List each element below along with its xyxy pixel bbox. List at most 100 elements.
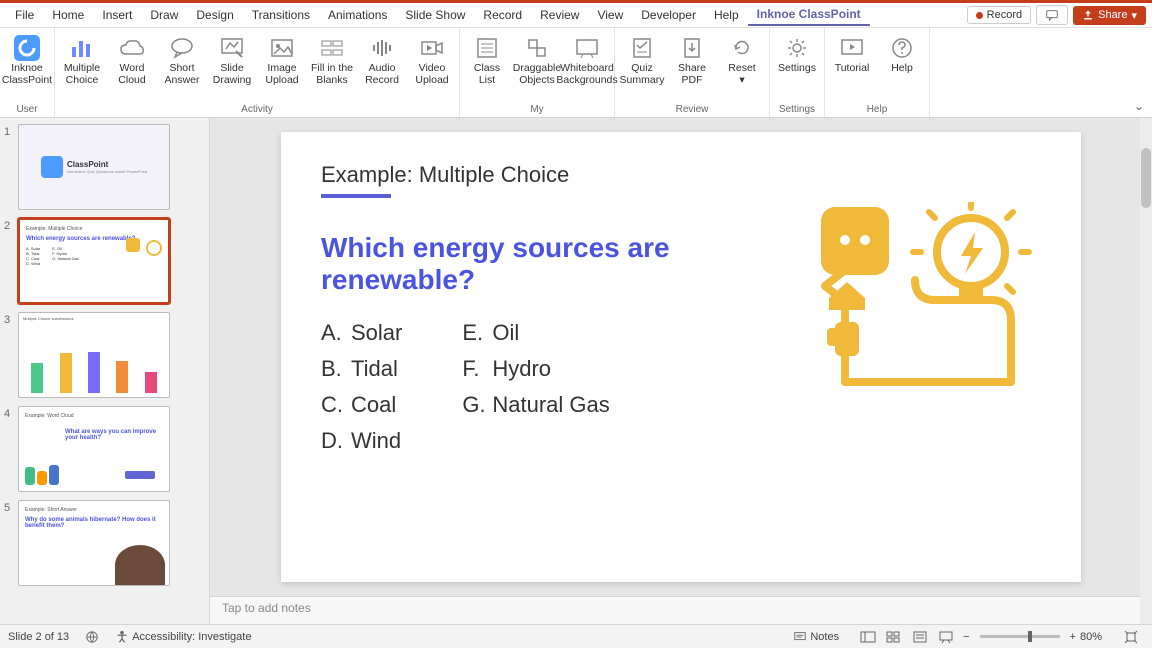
reading-view-button[interactable] (908, 628, 932, 646)
help-label: Help (891, 62, 913, 74)
accessibility-label: Accessibility: Investigate (132, 631, 251, 643)
menu-home[interactable]: Home (43, 5, 93, 25)
fill-blanks-label: Fill in theBlanks (311, 62, 353, 86)
thumb-title: ClassPoint (67, 160, 147, 169)
workspace: 1ClassPointInteractive Quiz Questions in… (0, 118, 1152, 624)
tutorial-icon (840, 34, 864, 62)
comments-button[interactable] (1036, 5, 1068, 25)
quiz-summary-icon (631, 34, 653, 62)
thumbnail-slide-4[interactable]: Example: Word CloudWhat are ways you can… (18, 406, 170, 492)
choice-F: F.Hydro (462, 356, 609, 382)
sorter-view-button[interactable] (882, 628, 906, 646)
reset-label: Reset▾ (728, 62, 755, 86)
menu-record[interactable]: Record (474, 5, 531, 25)
collapse-ribbon-icon[interactable]: ⌄ (1134, 99, 1144, 113)
reset-button[interactable]: Reset▾ (717, 32, 767, 104)
normal-view-icon (860, 630, 876, 644)
thumb-title: Multiple Choice submissions (23, 316, 73, 321)
tutorial-label: Tutorial (835, 62, 870, 74)
draggable-objects-button[interactable]: DraggableObjects (512, 32, 562, 104)
settings-button[interactable]: Settings (772, 32, 822, 104)
comment-icon (1045, 8, 1059, 22)
fit-window-button[interactable] (1119, 628, 1143, 646)
slide-counter[interactable]: Slide 2 of 13 (8, 631, 69, 643)
choice-B: B.Tidal (321, 356, 402, 382)
menu-developer[interactable]: Developer (632, 5, 705, 25)
menu-animations[interactable]: Animations (319, 5, 396, 25)
menu-transitions[interactable]: Transitions (243, 5, 319, 25)
word-cloud-button[interactable]: WordCloud (107, 32, 157, 104)
draggable-objects-icon (526, 34, 548, 62)
menu-view[interactable]: View (588, 5, 632, 25)
menu-draw[interactable]: Draw (141, 5, 187, 25)
zoom-level[interactable]: 80% (1080, 631, 1102, 643)
short-answer-icon (170, 34, 194, 62)
menu-insert[interactable]: Insert (93, 5, 141, 25)
slide-title: Example: Multiple Choice (321, 162, 1041, 188)
normal-view-button[interactable] (856, 628, 880, 646)
choice-letter: B. (321, 356, 351, 382)
reading-view-icon (912, 630, 928, 644)
thumb-title: Example: Short Answer (25, 507, 163, 513)
ribbon-group-review: QuizSummarySharePDFReset▾Review (615, 28, 770, 117)
short-answer-button[interactable]: ShortAnswer (157, 32, 207, 104)
share-pdf-button[interactable]: SharePDF (667, 32, 717, 104)
fill-blanks-button[interactable]: Fill in theBlanks (307, 32, 357, 104)
thumbnail-slide-3[interactable]: Multiple Choice submissions (18, 312, 170, 398)
multiple-choice-button[interactable]: MultipleChoice (57, 32, 107, 104)
video-upload-button[interactable]: VideoUpload (407, 32, 457, 104)
slide-question: Which energy sources are renewable? (321, 232, 681, 296)
share-button[interactable]: Share▾ (1073, 6, 1146, 25)
notes-pane[interactable]: Tap to add notes (210, 596, 1152, 624)
quiz-summary-label: QuizSummary (620, 62, 665, 86)
zoom-out-button[interactable]: − (963, 631, 969, 643)
ribbon-group-settings: SettingsSettings (770, 28, 825, 117)
class-list-button[interactable]: ClassList (462, 32, 512, 104)
thumbnail-slide-2[interactable]: Example: Multiple ChoiceWhich energy sou… (18, 218, 170, 304)
menu-review[interactable]: Review (531, 5, 588, 25)
menu-slideshow[interactable]: Slide Show (396, 5, 474, 25)
choice-letter: E. (462, 320, 492, 346)
whiteboard-backgrounds-label: WhiteboardBackgrounds (556, 62, 617, 86)
menu-design[interactable]: Design (187, 5, 242, 25)
ribbon-group-user: InknoeClassPointUser (0, 28, 55, 117)
vertical-scrollbar[interactable] (1140, 118, 1152, 596)
help-button[interactable]: Help (877, 32, 927, 104)
notes-icon (793, 630, 807, 644)
tutorial-button[interactable]: Tutorial (827, 32, 877, 104)
energy-graphic (811, 202, 1041, 422)
audio-record-button[interactable]: AudioRecord (357, 32, 407, 104)
choice-letter: C. (321, 392, 351, 418)
accessibility-button[interactable]: Accessibility: Investigate (115, 630, 251, 644)
share-icon (1082, 9, 1094, 21)
menu-classpoint[interactable]: Inknoe ClassPoint (748, 4, 870, 26)
quiz-summary-button[interactable]: QuizSummary (617, 32, 667, 104)
slide-drawing-button[interactable]: SlideDrawing (207, 32, 257, 104)
thumbnail-panel[interactable]: 1ClassPointInteractive Quiz Questions in… (0, 118, 210, 624)
reset-icon (731, 34, 753, 62)
record-icon (976, 12, 983, 19)
menu-help[interactable]: Help (705, 5, 748, 25)
draggable-objects-label: DraggableObjects (513, 62, 561, 86)
image-upload-button[interactable]: ImageUpload (257, 32, 307, 104)
class-list-icon (476, 34, 498, 62)
thumb-question: Why do some animals hibernate? How does … (25, 517, 163, 529)
thumbnail-slide-1[interactable]: ClassPointInteractive Quiz Questions ins… (18, 124, 170, 210)
notes-toggle[interactable]: Notes (793, 630, 839, 644)
menu-file[interactable]: File (6, 5, 43, 25)
zoom-slider[interactable] (980, 635, 1060, 638)
choice-text: Tidal (351, 356, 398, 381)
scrollbar-thumb[interactable] (1141, 148, 1151, 208)
current-slide[interactable]: Example: Multiple Choice Which energy so… (281, 132, 1081, 582)
record-button[interactable]: Record (967, 6, 1031, 24)
inknoe-classpoint-button[interactable]: InknoeClassPoint (2, 32, 52, 104)
thumbnail-slide-5[interactable]: Example: Short Answer Why do some animals… (18, 500, 170, 586)
language-button[interactable] (85, 630, 99, 644)
zoom-handle[interactable] (1028, 631, 1032, 642)
record-label: Record (987, 9, 1022, 21)
slide-drawing-label: SlideDrawing (213, 62, 252, 86)
zoom-in-button[interactable]: + (1070, 631, 1076, 643)
ribbon-group-my: ClassListDraggableObjectsWhiteboardBackg… (460, 28, 615, 117)
slideshow-view-button[interactable] (934, 628, 958, 646)
whiteboard-backgrounds-button[interactable]: WhiteboardBackgrounds (562, 32, 612, 104)
